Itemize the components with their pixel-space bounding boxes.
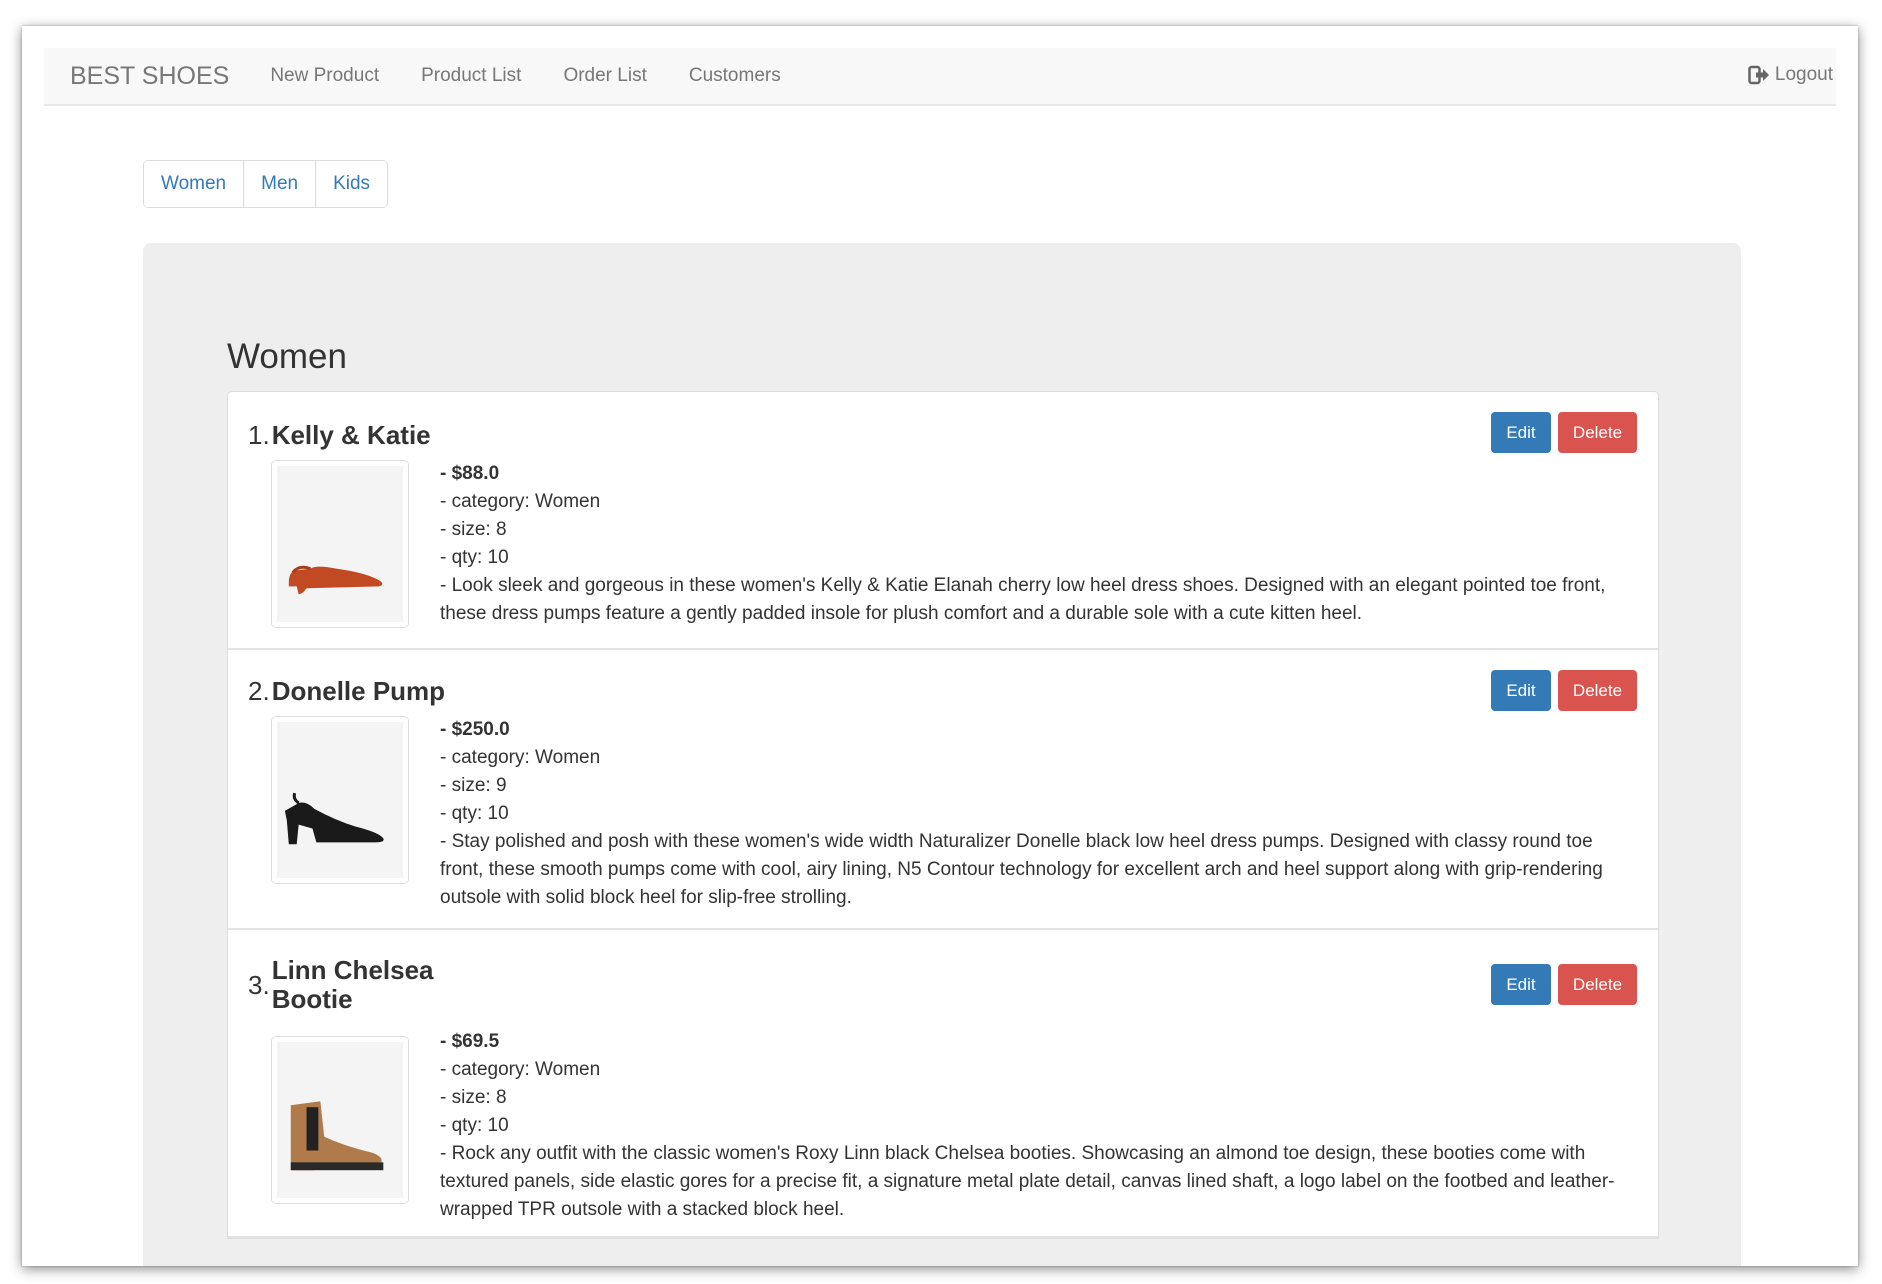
tab-men[interactable]: Men: [244, 161, 317, 207]
product-name: Linn Chelsea Bootie: [271, 955, 434, 1014]
product-image[interactable]: [271, 1036, 409, 1204]
red-slingback-shoe-icon: [288, 565, 383, 595]
product-category: - category: Women: [440, 1059, 601, 1080]
black-pump-shoe-icon: [284, 792, 384, 845]
nav-customers[interactable]: Customers: [689, 65, 781, 87]
list-item: 3. Linn Chelsea Bootie Edit Delete - $69…: [228, 930, 1658, 1238]
edit-button[interactable]: Edit: [1491, 412, 1551, 453]
product-category: - category: Women: [440, 491, 601, 512]
nav-product-list[interactable]: Product List: [421, 65, 521, 87]
product-name: Donelle Pump: [271, 676, 446, 706]
product-qty: - qty: 10: [440, 803, 509, 824]
product-number: 1.: [248, 420, 270, 450]
product-number: 2.: [248, 676, 270, 706]
logout-label: Logout: [1774, 64, 1833, 85]
category-tabs: Women Men Kids: [143, 160, 389, 208]
product-list: 1. Kelly & Katie Edit Delete - $88.0 - c: [227, 391, 1659, 1239]
product-qty: - qty: 10: [440, 1115, 509, 1136]
browser-window: BEST SHOES New Product Product List Orde…: [22, 26, 1858, 1266]
nav-order-list[interactable]: Order List: [563, 65, 646, 87]
product-category: - category: Women: [440, 747, 601, 768]
product-details: - $88.0 - category: Women - size: 8 - qt…: [440, 460, 1640, 628]
delete-button[interactable]: Delete: [1558, 412, 1637, 453]
product-image[interactable]: [271, 716, 409, 884]
product-price: - $69.5: [440, 1031, 500, 1052]
nav-new-product[interactable]: New Product: [270, 65, 379, 87]
edit-button[interactable]: Edit: [1491, 670, 1551, 711]
edit-button[interactable]: Edit: [1491, 964, 1551, 1005]
product-image[interactable]: [271, 460, 409, 628]
product-details: - $250.0 - category: Women - size: 9 - q…: [440, 716, 1640, 912]
logout-link[interactable]: Logout: [1748, 64, 1833, 86]
delete-button[interactable]: Delete: [1558, 670, 1637, 711]
product-size: - size: 8: [440, 1087, 507, 1108]
list-item: 2. Donelle Pump Edit Delete - $250.0 - c: [228, 650, 1658, 930]
product-description: - Rock any outfit with the classic women…: [440, 1143, 1615, 1220]
section-title: Women: [227, 337, 347, 376]
product-qty: - qty: 10: [440, 547, 509, 568]
top-navbar: BEST SHOES New Product Product List Orde…: [44, 48, 1836, 106]
product-description: - Stay polished and posh with these wome…: [440, 831, 1603, 908]
product-name: Kelly & Katie: [271, 420, 431, 450]
delete-button[interactable]: Delete: [1558, 964, 1637, 1005]
tab-women[interactable]: Women: [144, 161, 245, 207]
tab-kids[interactable]: Kids: [316, 161, 388, 207]
logout-icon: [1748, 65, 1769, 85]
brand-logo[interactable]: BEST SHOES: [70, 62, 229, 91]
product-size: - size: 9: [440, 775, 507, 796]
product-number: 3.: [248, 969, 270, 1000]
product-size: - size: 8: [440, 519, 507, 540]
product-title: 2. Donelle Pump: [248, 676, 445, 707]
product-title: 1. Kelly & Katie: [248, 420, 431, 451]
product-price: - $250.0: [440, 719, 510, 740]
product-details: - $69.5 - category: Women - size: 8 - qt…: [440, 1028, 1640, 1224]
product-description: - Look sleek and gorgeous in these women…: [440, 575, 1606, 624]
product-price: - $88.0: [440, 463, 500, 484]
product-panel: Women 1. Kelly & Katie Edit Delete - $88…: [143, 243, 1741, 1266]
product-title: 3. Linn Chelsea Bootie: [248, 956, 452, 1014]
tan-chelsea-boot-icon: [290, 1101, 384, 1171]
list-item: 1. Kelly & Katie Edit Delete - $88.0 - c: [228, 392, 1658, 650]
